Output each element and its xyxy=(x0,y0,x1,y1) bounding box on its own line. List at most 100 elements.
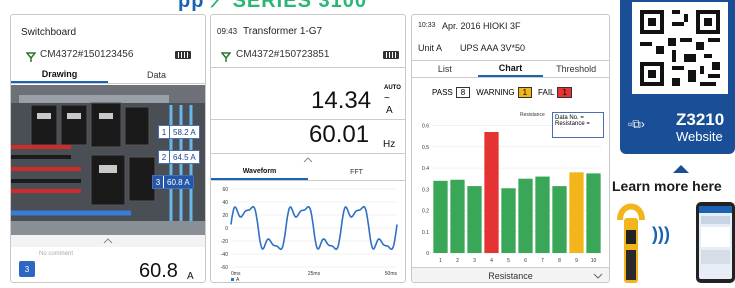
tab-bar: Waveform FFT xyxy=(211,165,405,181)
y-tick-label: 0 xyxy=(426,251,429,257)
banner-logo-text: SERIES 3100 xyxy=(232,0,367,12)
tag-number: 2 xyxy=(159,151,170,163)
judgement-summary: PASS 8 WARNING 1 FAIL 1 xyxy=(432,87,572,98)
tab-data[interactable]: Data xyxy=(108,66,205,83)
unit-label: Unit A xyxy=(418,43,442,53)
x-tick-label: 2 xyxy=(456,258,459,264)
current-reading: 14.34 xyxy=(311,87,372,114)
y-tick-label: 0.6 xyxy=(422,124,429,130)
transformer-screen: 09:43 Transformer 1-G7 CM4372#150723851 … xyxy=(210,14,406,283)
battery-icon xyxy=(175,51,191,59)
chart-bar xyxy=(518,178,533,253)
qr-code[interactable] xyxy=(632,2,728,94)
tab-drawing[interactable]: Drawing xyxy=(11,66,108,83)
series-logo: pp ⟋ SERIES 3100 xyxy=(178,0,367,13)
comment-field[interactable]: No comment xyxy=(39,251,73,257)
signal-icon xyxy=(25,49,37,67)
battery-icon xyxy=(383,51,399,59)
tab-waveform[interactable]: Waveform xyxy=(211,165,308,180)
divider xyxy=(211,119,405,120)
x-tick-label: 9 xyxy=(575,258,578,264)
screen-time: 09:43 xyxy=(217,27,238,36)
tag-value: 64.5 A xyxy=(173,152,196,162)
current-reading: 60.8 xyxy=(139,260,178,282)
tab-chart[interactable]: Chart xyxy=(477,61,544,77)
chevron-down-icon xyxy=(593,273,603,279)
switchboard-screen: Switchboard CM4372#150123456 Drawing Dat… xyxy=(10,14,206,283)
logo-mark-icon: ⟋ xyxy=(211,0,226,12)
wireless-signal-icon: ))) xyxy=(652,224,670,244)
y-tick-label: -20 xyxy=(221,239,228,245)
tab-fft[interactable]: FFT xyxy=(308,165,405,180)
chart-bar xyxy=(586,173,601,253)
tab-bar: Drawing Data xyxy=(11,66,205,84)
x-tick-label: 25ms xyxy=(308,271,321,277)
chart-bar xyxy=(467,186,482,253)
x-tick-label: 7 xyxy=(541,258,544,264)
current-unit: A xyxy=(386,105,393,116)
device-id: CM4372#150123456 xyxy=(40,49,134,60)
learn-more-text: Learn more here xyxy=(612,178,722,194)
website-link[interactable]: Website xyxy=(676,129,723,144)
pass-count: 8 xyxy=(455,87,471,98)
collapse-handle[interactable] xyxy=(11,235,205,247)
unit-name: UPS AAA 3V*50 xyxy=(460,43,526,53)
tab-threshold[interactable]: Threshold xyxy=(543,61,609,77)
chart-bar xyxy=(484,131,499,253)
x-tick-label: 50ms xyxy=(385,271,398,277)
tag-number: 3 xyxy=(153,176,164,188)
warning-count: 1 xyxy=(517,87,533,98)
chart-bar xyxy=(450,179,465,253)
fail-label: FAIL xyxy=(538,88,555,97)
x-tick-label: 1 xyxy=(439,258,442,264)
pointer-triangle-icon xyxy=(673,165,689,173)
device-id: CM4372#150723851 xyxy=(236,49,330,60)
current-tag-1[interactable]: 1 58.2 A xyxy=(158,125,200,139)
parameter-selector[interactable]: Resistance xyxy=(412,267,609,282)
qr-code-icon xyxy=(636,6,724,90)
product-code: Z3210 xyxy=(676,110,725,129)
collapse-handle[interactable] xyxy=(211,153,405,165)
frequency-reading: 60.01 xyxy=(309,121,370,148)
x-tick-label: 3 xyxy=(473,258,476,264)
tag-value: 60.8 A xyxy=(167,177,190,187)
banner-brand-fragment: pp xyxy=(178,0,205,12)
unit-value: A xyxy=(436,43,443,53)
current-tag-2[interactable]: 2 64.5 A xyxy=(158,150,200,164)
y-tick-label: 0.1 xyxy=(422,230,429,236)
legend-label: A xyxy=(236,277,240,283)
website-card[interactable]: ▫⧉› Z3210 Website xyxy=(620,0,735,154)
x-tick-label: 8 xyxy=(558,258,561,264)
screen-title: Switchboard xyxy=(21,27,77,38)
tag-number: 1 xyxy=(159,126,170,138)
tab-list[interactable]: List xyxy=(412,61,478,77)
tooltip-title: Resistance xyxy=(520,112,545,118)
website-link-icon: ▫⧉› xyxy=(628,117,645,131)
clamp-meter-image xyxy=(616,200,646,283)
chart-bar xyxy=(433,180,448,253)
smartphone-image xyxy=(696,202,735,283)
chevron-up-icon xyxy=(103,238,113,244)
chart-tooltip: Data No. = Resistance = xyxy=(552,112,604,138)
fail-count: 1 xyxy=(557,87,572,98)
y-tick-label: -40 xyxy=(221,252,228,258)
channel-badge[interactable]: 3 xyxy=(19,261,35,277)
parameter-selector-label: Resistance xyxy=(488,271,533,281)
x-tick-label: 10 xyxy=(591,258,597,264)
y-tick-label: 0.4 xyxy=(422,166,429,172)
x-tick-label: 4 xyxy=(490,258,493,264)
x-tick-label: 6 xyxy=(524,258,527,264)
chevron-up-icon xyxy=(303,156,313,162)
unit-label-text: Unit xyxy=(418,43,435,53)
y-tick-label: 0.5 xyxy=(422,145,429,151)
chart-bar xyxy=(569,172,584,253)
chart-bar xyxy=(552,186,567,253)
y-tick-label: 0.2 xyxy=(422,209,429,215)
y-tick-label: 60 xyxy=(222,187,228,193)
waveform-chart: 60 40 20 0 -20 -40 -60 0ms 25ms 50ms A xyxy=(211,183,405,283)
current-tag-3[interactable]: 3 60.8 A xyxy=(152,175,194,189)
tooltip-row-resistance: Resistance = xyxy=(555,121,590,127)
frequency-unit: Hz xyxy=(383,139,396,150)
screen-time: 10:33 xyxy=(418,22,436,29)
chart-screen: 10:33 Apr. 2016 HIOKI 3F Unit A UPS AAA … xyxy=(411,14,610,283)
